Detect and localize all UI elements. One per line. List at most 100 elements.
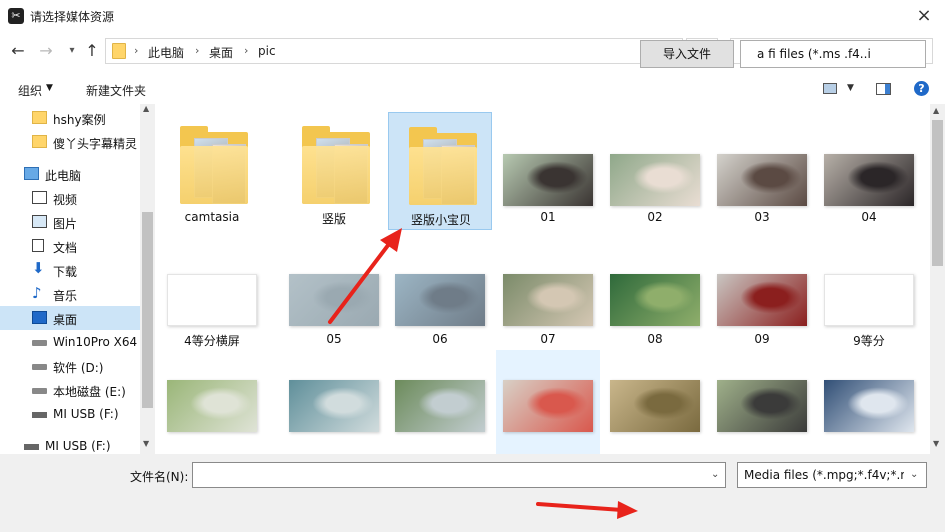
navigation-pane: hshy案例 傻丫头字幕精灵此电脑视频 图片文档 ⬇ 下载 ♪ 音乐桌面 Win10Pro X… xyxy=(0,104,155,454)
folder-icon xyxy=(180,146,248,204)
folder-item[interactable]: camtasia xyxy=(160,112,264,230)
recent-locations-chevron-icon[interactable]: ▾ xyxy=(62,41,82,61)
sidebar-item[interactable]: Win10Pro X64 xyxy=(0,330,140,354)
folder-item[interactable]: 竖版小宝贝 xyxy=(388,112,492,230)
file-name-label: 09 xyxy=(754,332,770,346)
computer-icon xyxy=(24,167,39,180)
file-name-label: 06 xyxy=(432,332,448,346)
image-thumbnail xyxy=(167,380,257,432)
image-thumbnail xyxy=(717,380,807,432)
image-thumbnail xyxy=(610,274,700,326)
folder-icon xyxy=(302,146,370,204)
scroll-down-icon[interactable]: ▼ xyxy=(143,439,149,448)
view-options-icon[interactable] xyxy=(823,83,837,94)
scroll-down-icon[interactable]: ▼ xyxy=(933,439,939,448)
breadcrumb-item-pic[interactable]: pic xyxy=(258,44,276,58)
sidebar-item-label: 桌面 xyxy=(53,313,78,327)
file-item[interactable] xyxy=(710,350,814,454)
file-item[interactable] xyxy=(817,350,921,454)
file-name-label: 07 xyxy=(540,332,556,346)
sidebar-item[interactable]: 软件 (D:) xyxy=(0,354,140,378)
image-thumbnail xyxy=(610,154,700,206)
video-icon xyxy=(32,191,47,204)
image-thumbnail xyxy=(717,274,807,326)
file-item[interactable]: 04 xyxy=(817,112,921,230)
file-item[interactable] xyxy=(388,350,492,454)
import-button[interactable]: 导入文件 xyxy=(640,40,734,68)
blank-thumbnail xyxy=(167,274,257,326)
back-arrow-icon[interactable]: ← xyxy=(8,41,28,61)
file-name-label: 4等分横屏 xyxy=(184,334,240,348)
preview-pane-icon[interactable] xyxy=(876,83,891,95)
file-type-value: Media files (*.mpg;*.f4v;*.mo xyxy=(744,468,904,482)
folder-icon xyxy=(112,43,126,59)
close-button[interactable]: × xyxy=(910,4,938,28)
file-name-label: 08 xyxy=(647,332,663,346)
forward-arrow-icon[interactable]: → xyxy=(36,41,56,61)
file-name-label: 04 xyxy=(861,210,877,224)
sidebar-item-label: 下载 xyxy=(53,265,78,279)
sidebar-item-label: MI USB (F:) xyxy=(53,407,119,421)
sidebar-item-label: MI USB (F:) xyxy=(45,439,111,453)
sidebar-item[interactable]: ⬇ 下载 xyxy=(0,258,140,282)
file-item[interactable]: 02 xyxy=(603,112,707,230)
usb-icon xyxy=(32,412,47,418)
sidebar-item-label: 文档 xyxy=(53,241,78,255)
folder-icon xyxy=(32,111,47,124)
sidebar-item[interactable]: 文档 xyxy=(0,234,140,258)
file-item[interactable]: 03 xyxy=(710,112,814,230)
breadcrumb-separator: › xyxy=(195,44,200,57)
breadcrumb-item-this-pc[interactable]: 此电脑 xyxy=(148,44,184,61)
file-name-label: 01 xyxy=(540,210,556,224)
sidebar-item-label: 此电脑 xyxy=(45,169,82,183)
caret-down-icon[interactable]: ▼ xyxy=(46,83,53,93)
image-thumbnail xyxy=(395,274,485,326)
up-arrow-icon[interactable]: ↑ xyxy=(82,41,102,61)
breadcrumb-item-desktop[interactable]: 桌面 xyxy=(209,44,233,61)
sidebar-item[interactable]: 傻丫头字幕精灵 xyxy=(0,130,140,154)
sidebar-item[interactable]: 此电脑 xyxy=(0,162,140,186)
filename-input[interactable]: ⌄ xyxy=(192,462,726,488)
address-bar[interactable]: › 此电脑 › 桌面 › pic ⌄ xyxy=(105,38,683,64)
file-item[interactable] xyxy=(160,350,264,454)
file-item[interactable]: 01 xyxy=(496,112,600,230)
image-thumbnail xyxy=(289,274,379,326)
file-name-label: 9等分 xyxy=(853,334,885,348)
sidebar-item[interactable]: 桌面 xyxy=(0,306,140,330)
chevron-down-icon[interactable]: ⌄ xyxy=(711,469,719,480)
organize-button[interactable]: 组织 xyxy=(18,82,42,99)
file-name-label: 05 xyxy=(326,332,342,346)
file-item[interactable] xyxy=(496,350,600,454)
breadcrumb-separator: › xyxy=(244,44,249,57)
title-bar: ✂ 请选择媒体资源 × xyxy=(0,0,945,32)
sidebar-item[interactable]: MI USB (F:) xyxy=(0,434,140,454)
caret-down-icon[interactable]: ▼ xyxy=(847,83,854,93)
image-thumbnail xyxy=(289,380,379,432)
sidebar-item[interactable]: ♪ 音乐 xyxy=(0,282,140,306)
help-icon[interactable]: ? xyxy=(914,81,929,96)
image-thumbnail xyxy=(395,380,485,432)
window-title: 请选择媒体资源 xyxy=(30,10,115,24)
sidebar-item-label: 本地磁盘 (E:) xyxy=(53,385,126,399)
file-item[interactable] xyxy=(603,350,707,454)
sidebar-item[interactable]: hshy案例 xyxy=(0,106,140,130)
file-item[interactable] xyxy=(282,350,386,454)
new-folder-button[interactable]: 新建文件夹 xyxy=(86,82,146,99)
chevron-down-icon[interactable]: ⌄ xyxy=(910,469,918,480)
sidebar-item[interactable]: 本地磁盘 (E:) xyxy=(0,378,140,402)
footer-panel: 文件名(N): ⌄ Media files (*.mpg;*.f4v;*.mo … xyxy=(0,454,945,532)
content-scroll-thumb[interactable] xyxy=(932,120,943,266)
sidebar-item[interactable]: 图片 xyxy=(0,210,140,234)
sidebar-scroll-thumb[interactable] xyxy=(142,212,153,408)
blank-thumbnail xyxy=(824,274,914,326)
folder-icon-part xyxy=(409,127,437,137)
sidebar-item[interactable]: MI USB (F:) xyxy=(0,402,140,426)
image-thumbnail xyxy=(503,154,593,206)
folder-icon-part xyxy=(180,126,208,136)
folder-item[interactable]: 竖版 xyxy=(282,112,386,230)
scroll-up-icon[interactable]: ▲ xyxy=(143,104,149,113)
usb-icon xyxy=(24,444,39,450)
scroll-up-icon[interactable]: ▲ xyxy=(933,106,939,115)
sidebar-item[interactable]: 视频 xyxy=(0,186,140,210)
file-type-select[interactable]: Media files (*.mpg;*.f4v;*.mo ⌄ xyxy=(737,462,927,488)
